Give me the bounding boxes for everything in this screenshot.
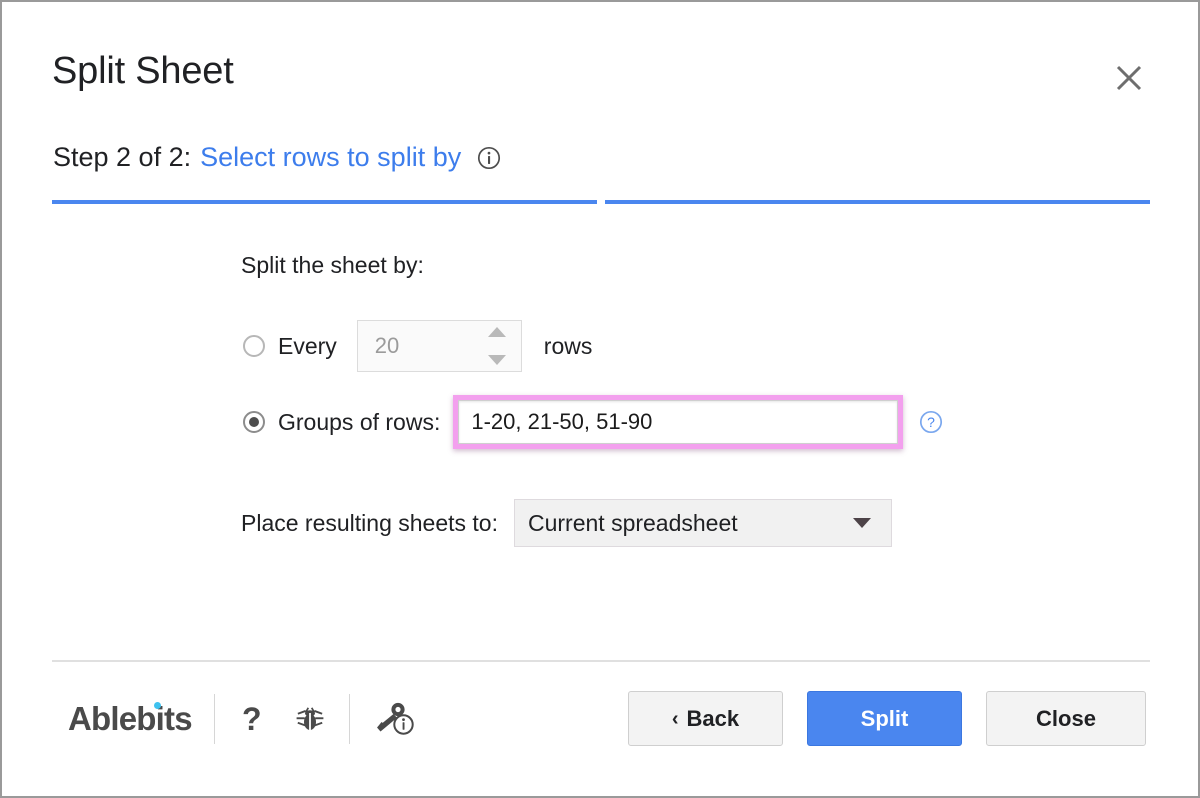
radio-every[interactable]: [243, 335, 265, 357]
footer-buttons: ‹ Back Split Close: [628, 691, 1146, 746]
back-button-label: Back: [686, 705, 740, 731]
chevron-down-icon[interactable]: [487, 355, 506, 365]
every-rows-suffix: rows: [543, 332, 593, 359]
split-button-label: Split: [860, 705, 909, 731]
svg-text:?: ?: [927, 414, 935, 430]
back-button[interactable]: ‹ Back: [628, 691, 783, 746]
place-results-row: Place resulting sheets to: Current sprea…: [241, 499, 892, 547]
dialog-footer: Ablebits ? ‹ Back Split Close: [2, 682, 1198, 762]
radio-groups-of-rows[interactable]: [243, 411, 265, 433]
ablebits-logo-dot: [153, 702, 161, 709]
report-bug-icon[interactable]: [293, 702, 327, 736]
step-prefix: Step 2 of 2:: [53, 142, 192, 172]
radio-groups-of-rows-label[interactable]: Groups of rows:: [278, 409, 440, 436]
chevron-left-icon: ‹: [671, 707, 679, 730]
chevron-up-icon[interactable]: [487, 327, 506, 337]
every-rows-value: 20: [374, 333, 400, 358]
split-button[interactable]: Split: [807, 691, 962, 746]
progress-segment-2: [605, 200, 1150, 204]
step-indicator: Step 2 of 2: Select rows to split by: [53, 142, 501, 173]
split-sheet-dialog: Split Sheet Step 2 of 2: Select rows to …: [0, 0, 1200, 798]
footer-divider: [52, 660, 1150, 662]
step-progress-bar: [52, 200, 1150, 204]
groups-of-rows-input[interactable]: [458, 400, 899, 444]
footer-divider-1: [213, 694, 215, 744]
footer-divider-2: [348, 694, 350, 744]
groups-input-highlight: [453, 395, 904, 449]
option-row-every: Every 20 rows: [243, 320, 592, 372]
close-button[interactable]: Close: [986, 691, 1146, 746]
ablebits-logo[interactable]: Ablebits: [68, 700, 193, 738]
info-circle-icon[interactable]: [477, 146, 501, 170]
progress-segment-gap: [597, 200, 605, 204]
footer-left-group: Ablebits ?: [68, 690, 416, 748]
dialog-body: Split the sheet by: Every 20 rows Groups…: [2, 227, 1198, 657]
step-link[interactable]: Select rows to split by: [200, 142, 461, 173]
chevron-down-icon: [852, 518, 871, 528]
place-results-select[interactable]: Current spreadsheet: [513, 499, 892, 547]
help-question-icon[interactable]: ?: [237, 703, 267, 735]
place-results-label: Place resulting sheets to:: [241, 509, 498, 536]
ablebits-logo-text: Ablebits: [68, 700, 193, 737]
split-by-label: Split the sheet by:: [241, 252, 424, 278]
question-circle-icon[interactable]: ?: [919, 410, 943, 434]
progress-segment-1: [52, 200, 597, 204]
page-title: Split Sheet: [52, 50, 234, 92]
close-button-label: Close: [1036, 705, 1096, 731]
option-row-groups: Groups of rows: ?: [243, 395, 943, 449]
radio-every-label[interactable]: Every: [278, 333, 337, 360]
close-icon[interactable]: [1110, 59, 1148, 97]
every-rows-stepper[interactable]: 20: [356, 320, 522, 372]
stepper-arrows[interactable]: [487, 327, 507, 365]
license-info-icon[interactable]: [372, 699, 416, 739]
place-results-selected-value: Current spreadsheet: [527, 509, 738, 536]
